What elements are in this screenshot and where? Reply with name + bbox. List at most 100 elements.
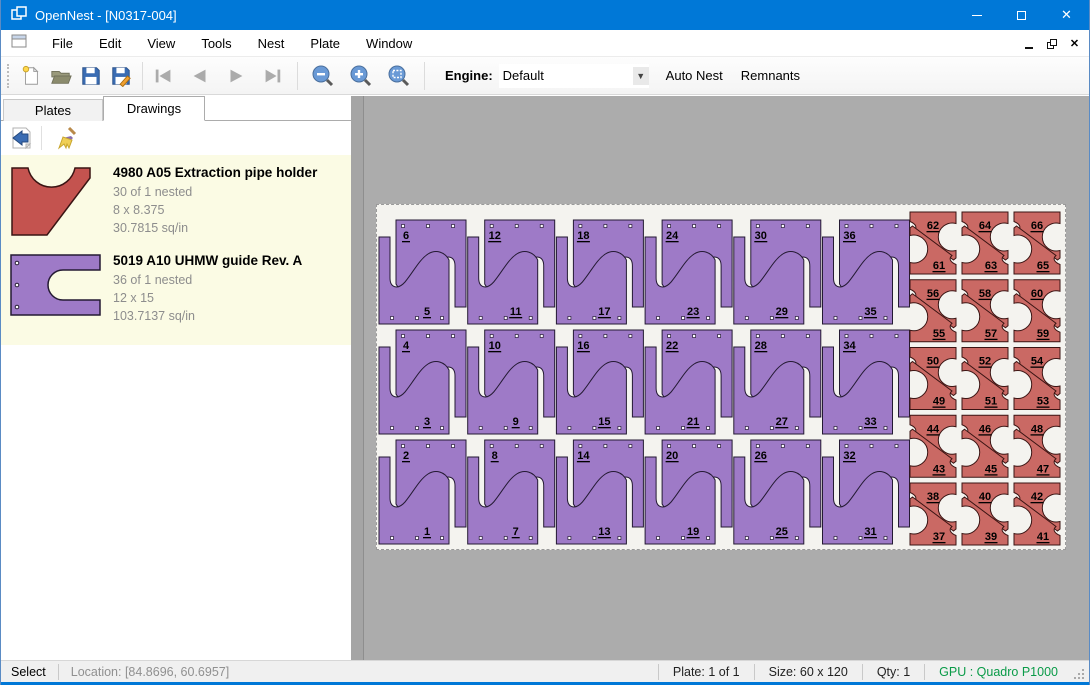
drawing-title: 4980 A05 Extraction pipe holder bbox=[113, 161, 343, 183]
purple-part-pair[interactable]: 2423 bbox=[645, 220, 732, 324]
svg-text:30: 30 bbox=[755, 230, 767, 242]
auto-nest-button[interactable]: Auto Nest bbox=[657, 63, 732, 88]
purple-part-pair[interactable]: 2221 bbox=[645, 330, 732, 434]
last-plate-button[interactable] bbox=[257, 61, 287, 91]
svg-text:66: 66 bbox=[1031, 220, 1043, 232]
title-bar: OpenNest - [N0317-004] ✕ bbox=[1, 0, 1089, 30]
mdi-close-button[interactable]: ✕ bbox=[1066, 35, 1083, 52]
menu-tools[interactable]: Tools bbox=[188, 32, 244, 55]
import-drawing-button[interactable] bbox=[6, 124, 36, 152]
menu-plate[interactable]: Plate bbox=[297, 32, 353, 55]
mdi-child-icon[interactable] bbox=[11, 34, 27, 53]
minimize-button[interactable] bbox=[954, 0, 999, 30]
purple-part-pair[interactable]: 1615 bbox=[556, 330, 643, 434]
zoom-in-button[interactable] bbox=[346, 61, 376, 91]
purple-part-pair[interactable]: 65 bbox=[379, 220, 466, 324]
close-button[interactable]: ✕ bbox=[1044, 0, 1089, 30]
previous-plate-button[interactable] bbox=[185, 61, 215, 91]
status-size: Size: 60 x 120 bbox=[755, 665, 862, 679]
menu-edit[interactable]: Edit bbox=[86, 32, 134, 55]
next-plate-button[interactable] bbox=[221, 61, 251, 91]
purple-part-pair[interactable]: 2625 bbox=[734, 440, 821, 544]
save-button[interactable] bbox=[76, 61, 106, 91]
red-part-pair[interactable]: 4241 bbox=[1014, 483, 1060, 545]
red-part-pair[interactable]: 5655 bbox=[910, 280, 956, 342]
purple-part-pair[interactable]: 2827 bbox=[734, 330, 821, 434]
svg-text:16: 16 bbox=[577, 340, 589, 352]
tab-plates[interactable]: Plates bbox=[3, 99, 103, 121]
nest-canvas[interactable]: 6543211211109871817161514132423222120193… bbox=[363, 96, 1090, 660]
plate[interactable]: 6543211211109871817161514132423222120193… bbox=[376, 204, 1066, 550]
svg-text:32: 32 bbox=[843, 450, 855, 462]
red-part-pair[interactable]: 6665 bbox=[1014, 212, 1060, 274]
menu-window[interactable]: Window bbox=[353, 32, 425, 55]
red-part-pair[interactable]: 5453 bbox=[1014, 348, 1060, 410]
zoom-out-button[interactable] bbox=[308, 61, 338, 91]
purple-part-pair[interactable]: 87 bbox=[468, 440, 555, 544]
purple-part-pair[interactable]: 1413 bbox=[556, 440, 643, 544]
purple-part-pair[interactable]: 3433 bbox=[823, 330, 910, 434]
purple-part-pair[interactable]: 3231 bbox=[823, 440, 910, 544]
engine-select[interactable]: Default ▼ bbox=[499, 64, 649, 88]
svg-text:10: 10 bbox=[489, 340, 501, 352]
red-part-pair[interactable]: 6463 bbox=[962, 212, 1008, 274]
svg-text:29: 29 bbox=[776, 306, 788, 318]
first-plate-button[interactable] bbox=[149, 61, 179, 91]
red-part-pair[interactable]: 4847 bbox=[1014, 415, 1060, 477]
toolbar-grip[interactable] bbox=[7, 64, 10, 88]
red-part-pair[interactable]: 4443 bbox=[910, 415, 956, 477]
tab-drawings[interactable]: Drawings bbox=[103, 96, 205, 121]
svg-text:5: 5 bbox=[424, 306, 430, 318]
purple-part-pair[interactable]: 1817 bbox=[556, 220, 643, 324]
splitter[interactable] bbox=[351, 96, 363, 660]
purple-part-pair[interactable]: 109 bbox=[468, 330, 555, 434]
svg-text:54: 54 bbox=[1031, 356, 1044, 368]
drawings-list: 4980 A05 Extraction pipe holder 30 of 1 … bbox=[1, 155, 351, 345]
drawing-item-1[interactable]: 4980 A05 Extraction pipe holder 30 of 1 … bbox=[9, 161, 343, 239]
drawing-item-2[interactable]: 5019 A10 UHMW guide Rev. A 36 of 1 neste… bbox=[9, 249, 343, 325]
red-part-pair[interactable]: 6059 bbox=[1014, 280, 1060, 342]
svg-text:13: 13 bbox=[598, 526, 610, 538]
drawing-area: 30.7815 sq/in bbox=[113, 219, 343, 237]
svg-text:7: 7 bbox=[513, 526, 519, 538]
menu-view[interactable]: View bbox=[134, 32, 188, 55]
red-part-pair[interactable]: 38 37 bbox=[910, 483, 956, 545]
red-part-pair[interactable]: 4039 bbox=[962, 483, 1008, 545]
svg-text:37: 37 bbox=[933, 531, 945, 543]
red-part-pair[interactable]: 4645 bbox=[962, 415, 1008, 477]
svg-text:2: 2 bbox=[403, 450, 409, 462]
purple-part-pair[interactable]: 30 29 bbox=[734, 220, 821, 324]
window-title: OpenNest - [N0317-004] bbox=[35, 8, 177, 23]
menu-file[interactable]: File bbox=[39, 32, 86, 55]
chevron-down-icon[interactable]: ▼ bbox=[633, 67, 649, 85]
status-qty: Qty: 1 bbox=[863, 665, 924, 679]
red-part-pair[interactable]: 6261 bbox=[910, 212, 956, 274]
purple-part-pair[interactable]: 2019 bbox=[645, 440, 732, 544]
purple-part-pair[interactable]: 3635 bbox=[823, 220, 910, 324]
engine-label: Engine: bbox=[445, 68, 493, 83]
red-part-pair[interactable]: 5251 bbox=[962, 348, 1008, 410]
svg-text:34: 34 bbox=[843, 340, 856, 352]
purple-part-pair[interactable]: 1211 bbox=[468, 220, 555, 324]
clear-drawings-button[interactable] bbox=[52, 124, 82, 152]
red-part-pair[interactable]: 5857 bbox=[962, 280, 1008, 342]
open-file-button[interactable] bbox=[46, 61, 76, 91]
resize-grip[interactable] bbox=[1074, 669, 1086, 681]
svg-text:46: 46 bbox=[979, 423, 991, 435]
new-file-button[interactable] bbox=[16, 61, 46, 91]
mdi-restore-button[interactable] bbox=[1043, 35, 1060, 52]
svg-text:41: 41 bbox=[1037, 531, 1049, 543]
svg-text:43: 43 bbox=[933, 463, 945, 475]
zoom-fit-button[interactable] bbox=[384, 61, 414, 91]
red-part-pair[interactable]: 5049 bbox=[910, 348, 956, 410]
remnants-button[interactable]: Remnants bbox=[732, 63, 809, 88]
save-as-button[interactable] bbox=[106, 61, 136, 91]
maximize-button[interactable] bbox=[999, 0, 1044, 30]
svg-text:38: 38 bbox=[927, 491, 939, 503]
purple-part-pair[interactable]: 21 bbox=[379, 440, 466, 544]
purple-part-pair[interactable]: 43 bbox=[379, 330, 466, 434]
mdi-minimize-button[interactable] bbox=[1020, 35, 1037, 52]
svg-text:57: 57 bbox=[985, 328, 997, 340]
app-icon bbox=[11, 6, 27, 25]
menu-nest[interactable]: Nest bbox=[245, 32, 298, 55]
